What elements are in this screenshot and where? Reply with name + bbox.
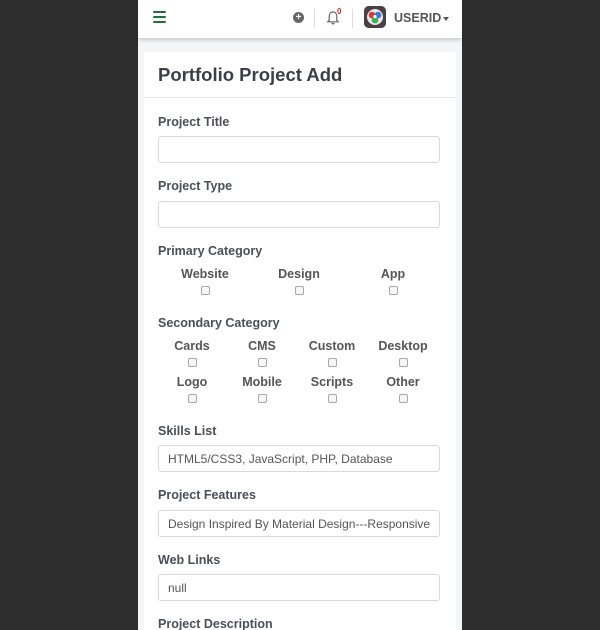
- project-features-label: Project Features: [158, 488, 256, 502]
- cards-checkbox[interactable]: [187, 358, 197, 367]
- secondary-option-desktop: Desktop: [375, 339, 431, 367]
- mobile-viewport: + 0 USERID Portfolio Project Add Project…: [138, 0, 462, 630]
- primary-option-app: App: [368, 267, 418, 295]
- plus-circle-icon[interactable]: +: [293, 12, 304, 23]
- option-label: Scripts: [310, 375, 354, 389]
- skills-list-input[interactable]: [158, 445, 440, 472]
- page-title: Portfolio Project Add: [158, 64, 343, 85]
- secondary-option-cms: CMS: [237, 339, 287, 367]
- skills-list-label: Skills List: [158, 424, 217, 438]
- project-type-input[interactable]: [158, 201, 440, 228]
- top-navbar: + 0 USERID: [138, 0, 462, 38]
- option-label: CMS: [248, 339, 276, 353]
- option-label: Design: [278, 267, 320, 281]
- user-id-label: USERID: [394, 11, 442, 25]
- project-form-card: Portfolio Project Add Project Title Proj…: [144, 52, 456, 630]
- secondary-category-label: Secondary Category: [158, 316, 280, 330]
- option-label: Website: [181, 267, 229, 281]
- secondary-option-logo: Logo: [167, 375, 217, 403]
- notification-badge: 0: [337, 7, 342, 16]
- option-label: Cards: [174, 339, 210, 353]
- project-title-label: Project Title: [158, 115, 230, 129]
- secondary-option-custom: Custom: [307, 339, 357, 367]
- option-label: Other: [386, 375, 420, 389]
- website-checkbox[interactable]: [200, 286, 210, 295]
- custom-checkbox[interactable]: [327, 358, 337, 367]
- app-checkbox[interactable]: [388, 286, 398, 295]
- secondary-option-other: Other: [375, 375, 431, 403]
- avatar-image: [364, 6, 386, 28]
- desktop-checkbox[interactable]: [398, 358, 408, 367]
- option-label: App: [380, 267, 406, 281]
- option-label: Custom: [308, 339, 356, 353]
- hamburger-icon[interactable]: [153, 11, 166, 24]
- scripts-checkbox[interactable]: [327, 394, 337, 403]
- other-checkbox[interactable]: [398, 394, 408, 403]
- cms-checkbox[interactable]: [257, 358, 267, 367]
- project-features-input[interactable]: [158, 510, 440, 537]
- option-label: Desktop: [378, 339, 428, 353]
- user-menu[interactable]: USERID: [394, 11, 450, 25]
- web-links-label: Web Links: [158, 553, 221, 567]
- navbar-divider: [314, 9, 315, 28]
- option-label: Mobile: [242, 375, 282, 389]
- project-description-label: Project Description: [158, 617, 273, 630]
- secondary-option-cards: Cards: [167, 339, 217, 367]
- logo-checkbox[interactable]: [187, 394, 197, 403]
- design-checkbox[interactable]: [294, 286, 304, 295]
- avatar[interactable]: [364, 6, 386, 28]
- primary-option-website: Website: [180, 267, 230, 295]
- option-label: Logo: [176, 375, 208, 389]
- web-links-input[interactable]: [158, 574, 440, 601]
- primary-option-design: Design: [274, 267, 324, 295]
- navbar-divider: [352, 9, 353, 28]
- project-title-input[interactable]: [158, 136, 440, 163]
- mobile-checkbox[interactable]: [257, 394, 267, 403]
- project-type-label: Project Type: [158, 179, 233, 193]
- primary-category-label: Primary Category: [158, 244, 263, 258]
- title-divider: [144, 97, 456, 98]
- secondary-option-scripts: Scripts: [307, 375, 357, 403]
- secondary-option-mobile: Mobile: [237, 375, 287, 403]
- caret-down-icon: [443, 16, 450, 21]
